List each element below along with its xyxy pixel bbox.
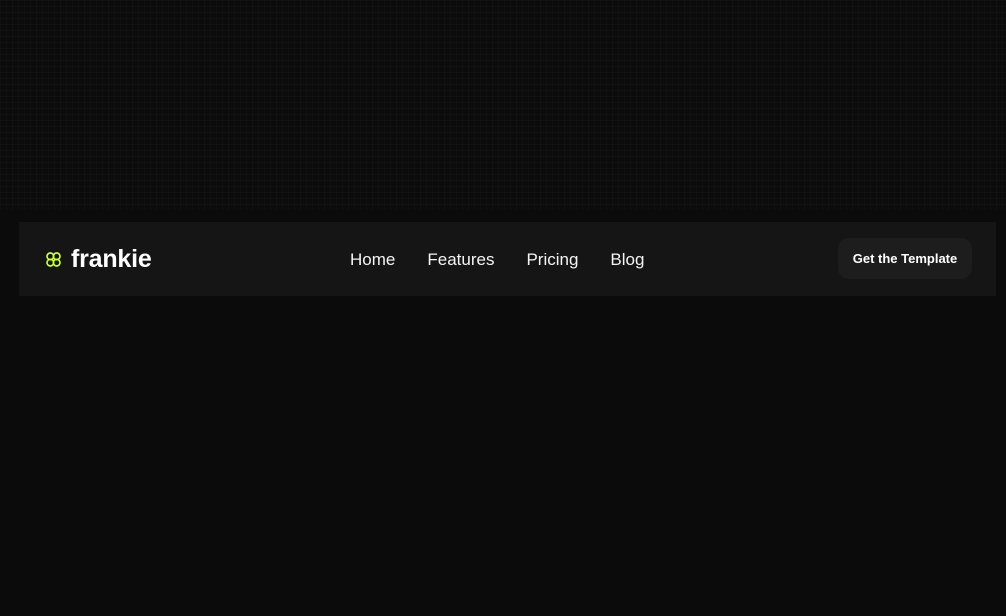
top-background-band: [0, 0, 1006, 210]
nav-blog-link[interactable]: Blog: [610, 251, 644, 268]
nav-features-link[interactable]: Features: [427, 251, 494, 268]
flower-logo-icon: [46, 251, 61, 267]
page: frankie Home Features Pricing Blog Get t…: [0, 0, 1006, 616]
get-template-button[interactable]: Get the Template: [838, 238, 972, 279]
nav-pricing-link[interactable]: Pricing: [526, 251, 578, 268]
brand-logo-link[interactable]: frankie: [44, 222, 152, 296]
main-navigation: Home Features Pricing Blog: [350, 222, 644, 296]
top-navigation-bar: frankie Home Features Pricing Blog Get t…: [19, 222, 996, 296]
nav-home-link[interactable]: Home: [350, 251, 395, 268]
brand-name: frankie: [71, 244, 152, 273]
